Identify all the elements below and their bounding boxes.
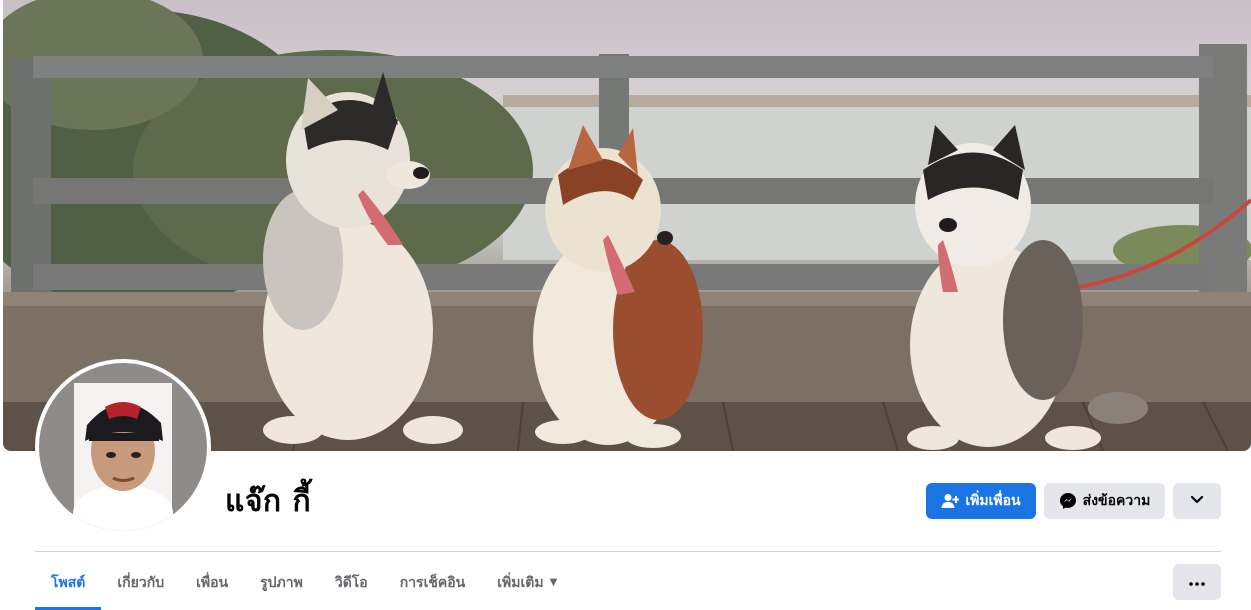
more-options-button[interactable] [1173, 564, 1221, 600]
add-friend-button[interactable]: เพิ่มเพื่อน [926, 483, 1036, 519]
add-friend-label: เพิ่มเพื่อน [965, 493, 1021, 509]
avatar[interactable] [39, 363, 207, 531]
profile-avatar-ring[interactable] [35, 359, 211, 535]
message-button[interactable]: ส่งข้อความ [1044, 483, 1165, 519]
expand-profile-button[interactable] [1173, 483, 1221, 519]
tab-label: การเช็คอิน [399, 574, 466, 591]
tab-about[interactable]: เกี่ยวกับ [101, 555, 180, 610]
message-label: ส่งข้อความ [1082, 493, 1151, 509]
ellipsis-icon [1189, 574, 1205, 590]
tab-label: เพิ่มเติม [497, 574, 544, 591]
messenger-icon [1059, 492, 1077, 510]
tab-posts[interactable]: โพสต์ [35, 555, 102, 610]
tab-label: วิดีโอ [334, 574, 368, 591]
tab-label: เพื่อน [196, 574, 229, 591]
tab-friends[interactable]: เพื่อน [180, 555, 244, 610]
tab-more[interactable]: เพิ่มเติม ▼ [481, 555, 573, 610]
tab-label: รูปภาพ [260, 574, 303, 591]
profile-tabs: โพสต์ เกี่ยวกับ เพื่อน รูปภาพ วิดีโอ การ… [35, 555, 573, 610]
tab-check-ins[interactable]: การเช็คอิน [384, 555, 482, 610]
header-divider [35, 551, 1221, 552]
profile-name: แจ๊ก กี้ [225, 484, 312, 519]
avatar-illustration [73, 383, 173, 531]
tab-photos[interactable]: รูปภาพ [244, 555, 319, 610]
tab-videos[interactable]: วิดีโอ [319, 555, 384, 610]
tab-label: โพสต์ [51, 574, 86, 591]
tab-label: เกี่ยวกับ [117, 574, 165, 591]
person-plus-icon [941, 493, 960, 509]
chevron-down-icon [1190, 493, 1204, 509]
caret-down-icon: ▼ [549, 577, 558, 588]
